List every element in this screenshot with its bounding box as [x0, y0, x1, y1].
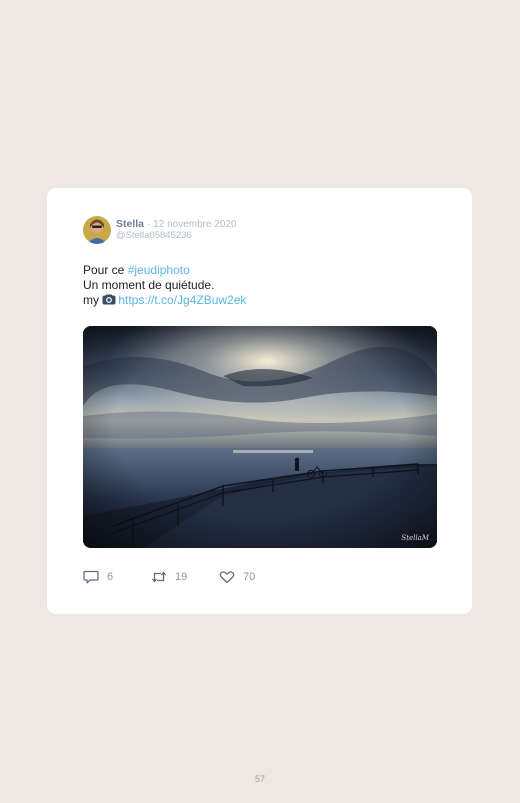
tweet-actions: 6 19 70	[83, 570, 255, 584]
reply-button[interactable]: 6	[83, 570, 151, 584]
tweet-date[interactable]: 12 novembre 2020	[153, 219, 236, 230]
photo-signature: StellaM	[401, 534, 429, 542]
hashtag-link[interactable]: #jeudiphoto	[128, 263, 190, 277]
text-prefix-my: my	[83, 293, 103, 307]
retweet-icon	[151, 570, 175, 584]
text-line-2: Un moment de quiétude.	[83, 278, 215, 292]
heart-icon	[219, 570, 243, 584]
text-line-3: my https://t.co/Jg4ZBuw2ek	[83, 293, 246, 309]
retweet-count: 19	[175, 571, 188, 583]
retweet-button[interactable]: 19	[151, 570, 219, 584]
text-line-1: Pour ce #jeudiphoto	[83, 263, 246, 278]
like-button[interactable]: 70	[219, 570, 255, 584]
author-handle[interactable]: @Stella05845236	[116, 230, 192, 241]
reply-count: 6	[107, 571, 114, 583]
text-prefix: Pour ce	[83, 263, 128, 277]
separator: ·	[146, 219, 151, 230]
like-count: 70	[243, 571, 256, 583]
tweet-photo[interactable]: StellaM	[83, 326, 437, 548]
avatar[interactable]	[83, 216, 111, 244]
tweet-url-link[interactable]: https://t.co/Jg4ZBuw2ek	[118, 293, 246, 307]
author-line: Stella · 12 novembre 2020	[116, 218, 237, 230]
comment-icon	[83, 570, 107, 584]
camera-icon	[102, 294, 116, 309]
author-name[interactable]: Stella	[116, 218, 144, 230]
tweet-card: Stella · 12 novembre 2020 @Stella0584523…	[47, 188, 472, 614]
tweet-text: Pour ce #jeudiphoto Un moment de quiétud…	[83, 263, 246, 309]
page-number: 57	[254, 774, 265, 784]
